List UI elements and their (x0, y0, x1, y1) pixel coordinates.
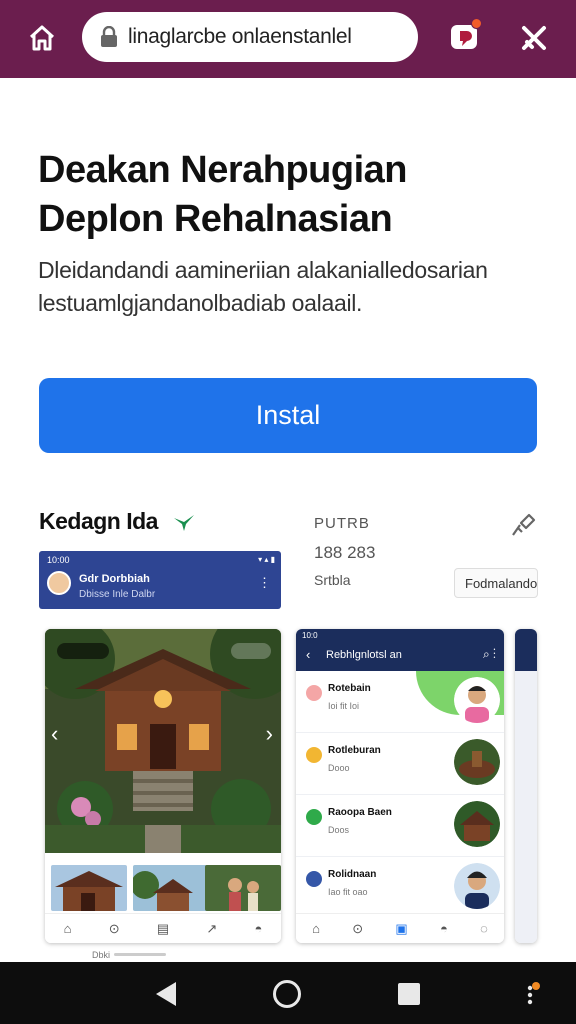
home-icon: ⌂ (63, 921, 72, 936)
back-arrow-icon: ‹ (306, 647, 311, 662)
category-tag-button[interactable]: Fodmalandol (454, 568, 538, 598)
list-item-icon (306, 871, 322, 887)
back-icon[interactable] (154, 981, 178, 1007)
thumbnail-2[interactable] (133, 865, 209, 911)
status-time: 10:0 (302, 631, 318, 640)
address-bar[interactable]: linaglarcbe onlaenstanlel (82, 12, 418, 62)
search-icon: ⌕ ⋮ (482, 647, 496, 661)
list-item-icon (306, 809, 322, 825)
share-icon: ↗ (206, 920, 218, 936)
list-item: Rotleburan Dooo (296, 733, 504, 795)
section-title: Kedagn Ida (39, 508, 158, 534)
image-chip-right (231, 643, 271, 659)
developer-name: PUTRB (314, 515, 370, 532)
banner-name: Gdr Dorbbiah (79, 573, 150, 585)
install-button[interactable]: Instal (39, 378, 537, 453)
person-photo (454, 677, 500, 723)
preview-header: 10:0 ‹ Rebhlgnlotsl an ⌕ ⋮ (296, 629, 504, 671)
gallery-scrollbar[interactable] (114, 953, 166, 956)
list-item-subtitle: Iao fit oao (328, 887, 368, 897)
thumbnail-3[interactable] (205, 865, 281, 911)
profile-icon: ◓ (439, 921, 448, 936)
avatar (47, 571, 71, 595)
screenshot-preview-3[interactable] (515, 629, 537, 943)
list-item-icon (306, 685, 322, 701)
status-icons: ▾ ▴ ▮ (258, 555, 275, 564)
list-item-subtitle: Ioi fit Ioi (328, 701, 360, 711)
home-circle-icon[interactable] (273, 980, 301, 1008)
status-time: 10:00 (47, 555, 70, 565)
list-item: Rolidnaan Iao fit oao (296, 857, 504, 919)
notification-badge (471, 18, 482, 29)
gallery-caption: Dbki (92, 950, 111, 960)
download-count: 188 283 (314, 543, 376, 562)
preview-body (515, 629, 537, 943)
list-item-subtitle: Dooo (328, 763, 350, 773)
list-item: Rotebain Ioi fit Ioi (296, 671, 504, 733)
list-item-icon (306, 747, 322, 763)
list-item-title: Raoopa Baen (328, 807, 392, 818)
chevron-right-icon[interactable]: › (266, 721, 273, 747)
building-photo (454, 801, 500, 847)
app-title: Deakan Nerahpugian Deplon Rehalnasian (38, 149, 408, 240)
home-button[interactable] (24, 20, 60, 56)
screenshot-preview-2[interactable]: 10:0 ‹ Rebhlgnlotsl an ⌕ ⋮ Rotebain Ioi … (296, 629, 504, 943)
list-item-title: Rotebain (328, 683, 371, 694)
home-icon (29, 25, 55, 51)
preview-title: Rebhlgnlotsl an (326, 649, 402, 661)
close-icon[interactable] (516, 20, 552, 56)
bottom-nav-preview: ⌂ ⊙ ▣ ◓ ◌ (296, 913, 504, 943)
list-item: Raoopa Baen Doos (296, 795, 504, 857)
more-vert-icon[interactable]: ⋮ (258, 575, 271, 591)
screenshot-preview-1[interactable]: ‹ › ⌂ ⊙ ▤ ↗ ◓ (45, 629, 281, 943)
temple-photo (45, 629, 281, 853)
banner-subtitle: Dbisse Inle Dalbr (79, 589, 156, 600)
list-item-subtitle: Doos (328, 825, 350, 835)
profile-icon: ◓ (254, 921, 263, 936)
leaf-icon (174, 515, 194, 531)
image-chip (57, 643, 109, 659)
pin-icon: ⊙ (108, 920, 120, 936)
book-icon: ▣ (395, 920, 408, 936)
browser-toolbar: linaglarcbe onlaenstanlel (0, 0, 576, 78)
chat-icon: ◌ (480, 921, 488, 936)
list-item-title: Rolidnaan (328, 869, 377, 880)
book-icon: ▤ (156, 920, 170, 936)
category-label: Srtbla (314, 572, 351, 588)
food-photo (454, 739, 500, 785)
bottom-nav-preview: ⌂ ⊙ ▤ ↗ ◓ (45, 913, 281, 943)
more-icon[interactable] (520, 982, 540, 1008)
share-icon[interactable] (510, 512, 536, 538)
chevron-left-icon[interactable]: ‹ (51, 721, 58, 747)
thumbnail-1[interactable] (51, 865, 127, 911)
pin-icon: ⊙ (352, 920, 364, 936)
home-icon: ⌂ (312, 921, 320, 936)
preview-header (515, 629, 537, 671)
lock-icon (101, 26, 117, 47)
url-text: linaglarcbe onlaenstanlel (128, 25, 352, 48)
list-item-title: Rotleburan (328, 745, 381, 756)
app-description: Dleidandandi aamineriian alakanialledosa… (38, 257, 488, 316)
recents-icon[interactable] (398, 983, 420, 1005)
promo-banner[interactable]: 10:00 ▾ ▴ ▮ Gdr Dorbbiah Dbisse Inle Dal… (39, 551, 281, 609)
person-photo (454, 863, 500, 909)
